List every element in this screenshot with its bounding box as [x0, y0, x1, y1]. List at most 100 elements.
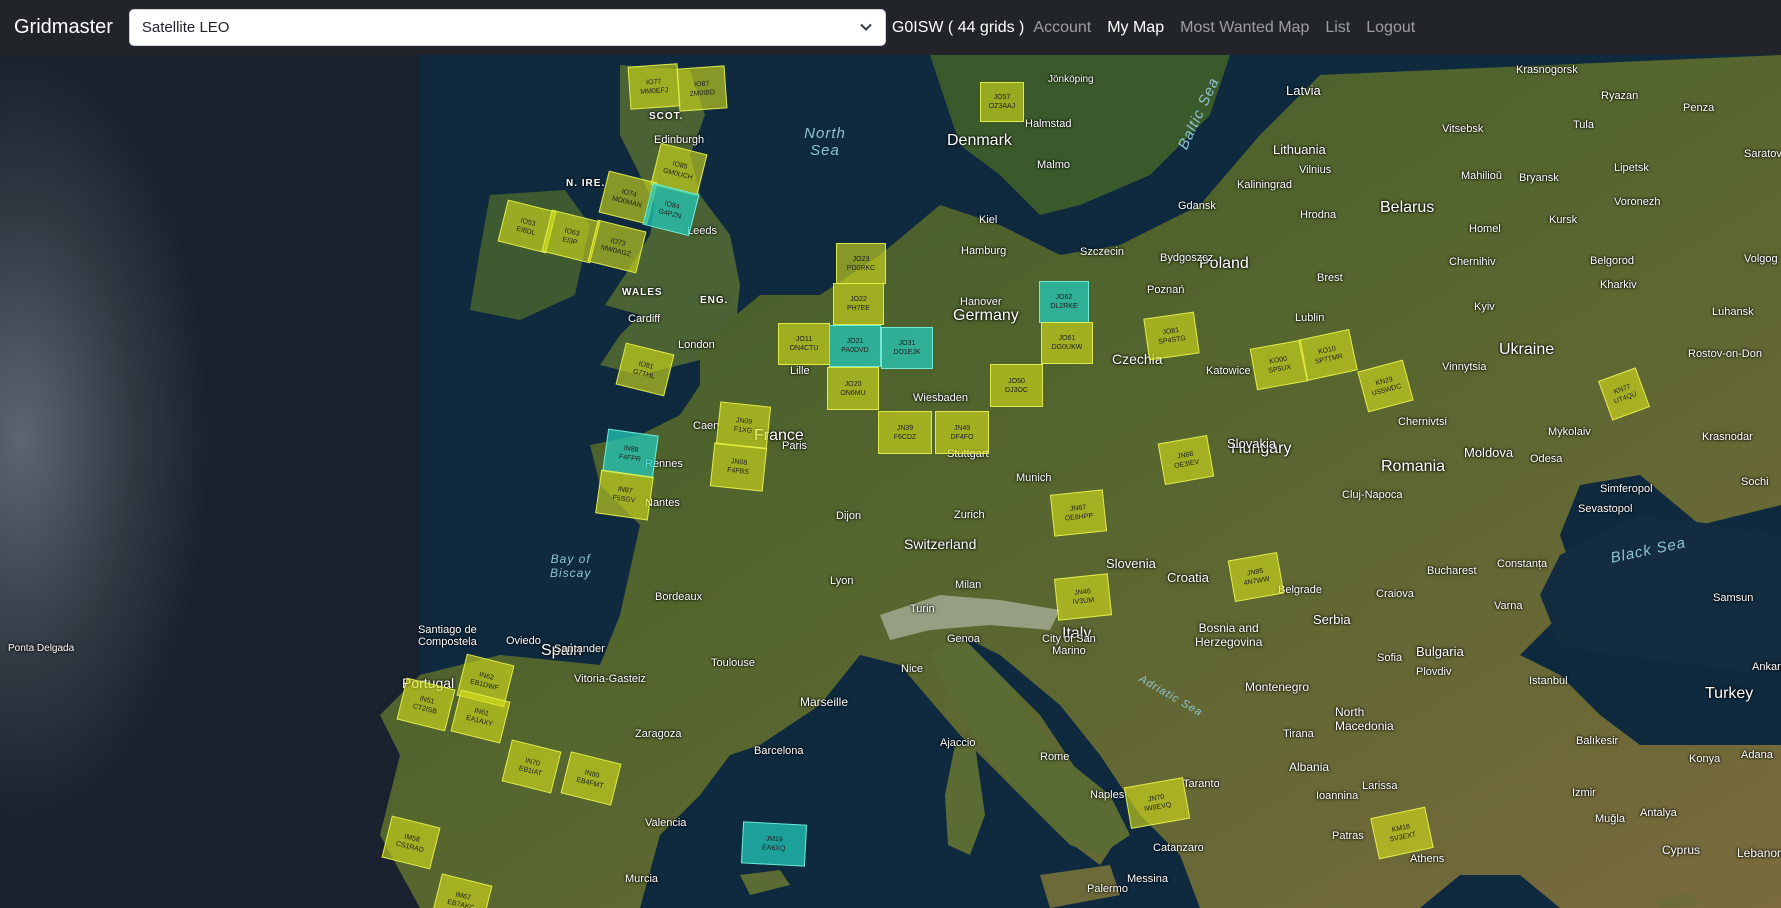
- grid-square[interactable]: IN87 F5SGV: [595, 469, 654, 521]
- grid-square[interactable]: JO62 DL2RKE: [1039, 281, 1089, 323]
- wales-label: WALES: [622, 287, 663, 298]
- slovakia-label: Slovakia: [1227, 436, 1277, 451]
- city-valencia: Valencia: [645, 817, 687, 829]
- ukraine-label: Ukraine: [1499, 341, 1555, 358]
- city-larissa: Larissa: [1362, 780, 1398, 792]
- grid-type-select-value: Satellite LEO: [141, 19, 230, 36]
- city-ryazan: Ryazan: [1601, 90, 1639, 102]
- nav-most-wanted-map[interactable]: Most Wanted Map: [1180, 19, 1309, 37]
- city-konya: Konya: [1689, 753, 1721, 765]
- city-penza: Penza: [1683, 102, 1715, 114]
- grid-square[interactable]: JO50 DJ3OC: [990, 364, 1043, 407]
- serbia-label: Serbia: [1313, 612, 1351, 627]
- city-antalya: Antalya: [1640, 807, 1677, 819]
- montenegro-label: Montenegro: [1245, 680, 1310, 694]
- city-sofia: Sofia: [1377, 652, 1403, 664]
- brand-logo[interactable]: Gridmaster: [14, 16, 113, 39]
- city-milan: Milan: [955, 579, 982, 591]
- city-rostov: Rostov-on-Don: [1688, 348, 1762, 360]
- city-belgorod: Belgorod: [1590, 255, 1635, 267]
- city-jonkoping: Jönköping: [1048, 74, 1094, 85]
- city-paris: Paris: [782, 440, 808, 452]
- nav-logout[interactable]: Logout: [1366, 19, 1415, 37]
- city-poznan: Poznań: [1147, 284, 1185, 296]
- grid-square[interactable]: JN08 F4FBS: [709, 442, 768, 492]
- grid-square[interactable]: JN46 IV3UM: [1053, 573, 1113, 621]
- slovenia-label: Slovenia: [1106, 556, 1156, 571]
- scot-label: SCOT.: [649, 111, 684, 122]
- city-messina: Messina: [1127, 873, 1168, 885]
- grid-square[interactable]: JO11 ON4CTU: [778, 323, 830, 365]
- city-genoa: Genoa: [947, 633, 981, 645]
- grid-square[interactable]: JN67 OE8HPP: [1049, 489, 1108, 537]
- city-hrodna: Hrodna: [1300, 209, 1337, 221]
- city-rome: Rome: [1040, 751, 1070, 763]
- city-hamburg: Hamburg: [961, 245, 1007, 257]
- grid-square[interactable]: JN39 F6CDZ: [878, 411, 932, 454]
- albania-label: Albania: [1289, 760, 1330, 774]
- city-luhansk: Luhansk: [1712, 306, 1754, 318]
- grid-square[interactable]: JN09 F1XG: [715, 401, 772, 450]
- city-nice: Nice: [901, 663, 924, 675]
- city-dijon: Dijon: [836, 510, 862, 522]
- germany-label: Germany: [953, 307, 1019, 324]
- grid-type-select[interactable]: Satellite LEO: [128, 9, 886, 46]
- city-mahilou: Mahilioŭ: [1461, 170, 1502, 182]
- city-craiova: Craiova: [1376, 588, 1414, 600]
- grid-square[interactable]: JO20 ON6MU: [827, 367, 879, 410]
- city-tirana: Tirana: [1283, 728, 1314, 740]
- denmark-label: Denmark: [947, 132, 1012, 149]
- city-ajaccio: Ajaccio: [940, 737, 976, 749]
- city-oviedo: Oviedo: [506, 635, 541, 647]
- grid-square[interactable]: JO61 DG0UKW: [1041, 322, 1093, 364]
- grid-square[interactable]: JO23 PD0RKC: [836, 243, 886, 284]
- nav-list[interactable]: List: [1325, 19, 1350, 37]
- city-brest: Brest: [1317, 272, 1343, 284]
- lebanon-label: Lebanon: [1737, 846, 1781, 860]
- city-ankara: Ankara: [1752, 661, 1781, 673]
- city-zaragoza: Zaragoza: [635, 728, 682, 740]
- grid-square[interactable]: JO22 PH7EE: [833, 283, 884, 325]
- moldova-label: Moldova: [1464, 445, 1514, 460]
- grid-square[interactable]: JO31 DO1EJK: [881, 327, 933, 369]
- city-marseille: Marseille: [800, 695, 849, 709]
- city-bydgoszcz: Bydgoszcz: [1160, 252, 1214, 264]
- city-chernivtsi: Chernivtsi: [1398, 416, 1447, 428]
- city-voronezh: Voronezh: [1614, 196, 1661, 208]
- grid-square[interactable]: JN49 DF4FO: [935, 411, 989, 454]
- grid-square[interactable]: JN88 OE3IEV: [1157, 434, 1215, 486]
- bay-of-biscay-label: Bay of Biscay: [550, 552, 592, 580]
- turkey-label: Turkey: [1705, 685, 1754, 702]
- city-saratov: Saratov: [1744, 148, 1781, 160]
- city-samsun: Samsun: [1713, 592, 1754, 604]
- grid-square[interactable]: JO81 SP4STG: [1143, 311, 1200, 361]
- city-vitsebsk: Vitsebsk: [1442, 123, 1484, 135]
- city-cardiff: Cardiff: [628, 313, 661, 325]
- city-simferopol: Simferopol: [1600, 483, 1653, 495]
- city-leeds: Leeds: [687, 225, 717, 237]
- city-plovdiv: Plovdiv: [1416, 666, 1452, 678]
- romania-label: Romania: [1381, 458, 1446, 475]
- city-ponta-delgada: Ponta Delgada: [8, 643, 75, 654]
- city-palermo: Palermo: [1087, 883, 1128, 895]
- city-volgograd: Volgog: [1744, 253, 1778, 265]
- bulgaria-label: Bulgaria: [1416, 644, 1464, 659]
- latvia-label: Latvia: [1286, 83, 1321, 98]
- grid-square[interactable]: JO57 OZ3AAJ: [980, 82, 1024, 122]
- grid-square[interactable]: IO87 2M0IBD: [676, 65, 728, 112]
- grid-square[interactable]: JO21 PA0DVD: [829, 325, 881, 367]
- grid-square[interactable]: JM19 EA6XQ: [740, 821, 808, 867]
- nire-label: N. IRE.: [566, 178, 606, 189]
- city-santiago: Santiago de Compostela: [418, 624, 477, 648]
- city-katowice: Katowice: [1206, 365, 1251, 377]
- city-lipetsk: Lipetsk: [1614, 162, 1649, 174]
- city-san-marino: City of San Marino: [1042, 633, 1096, 657]
- nav-account[interactable]: Account: [1033, 19, 1091, 37]
- grid-square[interactable]: JN95 4N7WW: [1227, 551, 1285, 603]
- north-sea-label: North Sea: [804, 125, 846, 159]
- city-homel: Homel: [1469, 223, 1501, 235]
- nav-my-map[interactable]: My Map: [1107, 19, 1164, 37]
- city-malmo: Malmo: [1037, 159, 1071, 171]
- satellite-map[interactable]: North Sea Baltic Sea Bay of Biscay Black…: [0, 55, 1781, 908]
- grid-square[interactable]: IO77 MM0EFJ: [627, 63, 681, 110]
